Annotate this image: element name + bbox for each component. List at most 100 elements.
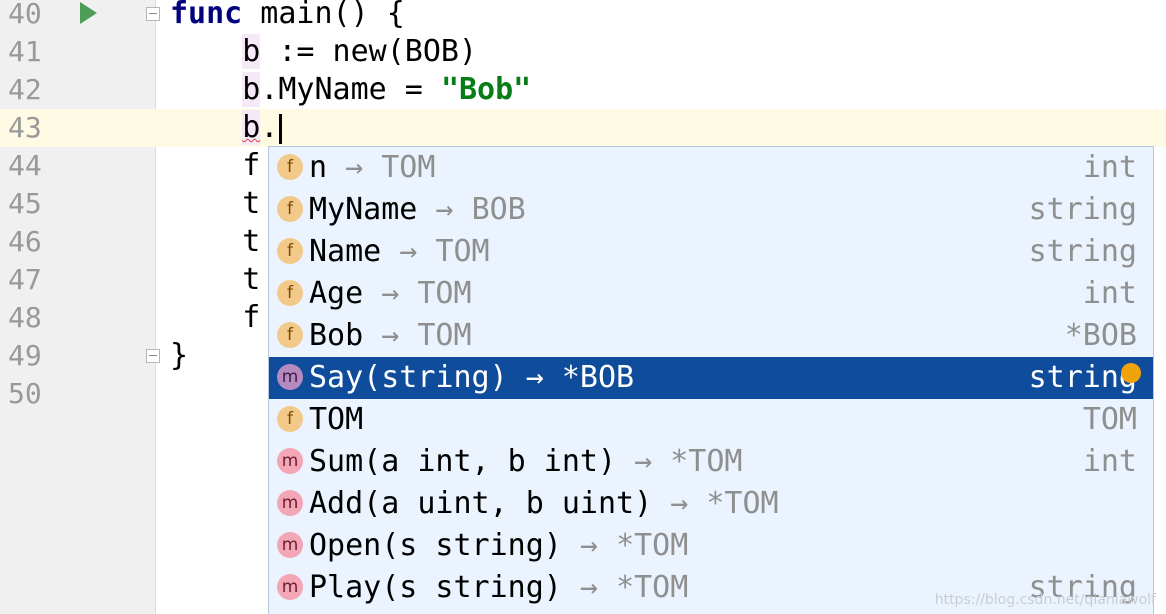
- code-text: t: [170, 185, 260, 223]
- code-token: t: [170, 262, 261, 297]
- completion-item-receiver: BOB: [471, 192, 526, 227]
- code-token: "Bob": [440, 72, 532, 107]
- code-token: f: [170, 148, 261, 183]
- completion-item-label: TOM: [309, 399, 363, 441]
- completion-item-arrow: →: [616, 444, 671, 479]
- completion-item[interactable]: m Say(string) → *BOB string: [269, 357, 1153, 399]
- line-number: 49: [8, 339, 42, 372]
- completion-item-label: Say(string) → *BOB: [309, 357, 634, 399]
- line-number: 45: [8, 187, 42, 220]
- completion-item-label: Sum(a int, b int) → *TOM: [309, 441, 742, 483]
- code-token: b: [242, 72, 261, 107]
- completion-item-arrow: →: [381, 234, 436, 269]
- completion-item[interactable]: f MyName → BOB string: [269, 189, 1153, 231]
- code-token: .MyName =: [260, 72, 441, 107]
- completion-item-label: Add(a uint, b uint) → *TOM: [309, 483, 779, 525]
- completion-item-name: Say(string): [309, 360, 508, 395]
- line-number: 50: [8, 377, 42, 410]
- code-text: b.: [170, 109, 283, 147]
- fold-icon[interactable]: [146, 7, 160, 21]
- line-number: 43: [8, 111, 42, 144]
- completion-item[interactable]: fn → TOM int: [269, 147, 1153, 189]
- completion-item-name: Name: [309, 234, 382, 269]
- completion-item-label: n → TOM: [309, 147, 435, 189]
- field-icon: f: [277, 238, 303, 264]
- code-line[interactable]: 42 b.MyName = "Bob": [0, 71, 1166, 109]
- completion-item-type: int: [1082, 276, 1137, 311]
- completion-item-name: Add(a uint, b uint): [309, 486, 653, 521]
- completion-item-receiver: *TOM: [616, 570, 689, 605]
- completion-item-name: Bob: [309, 318, 364, 353]
- completion-item-label: MyName → BOB: [309, 189, 526, 231]
- completion-item-label: Open(s string) → *TOM: [309, 525, 688, 567]
- completion-item-type: TOM: [1082, 402, 1137, 437]
- code-line[interactable]: 40 func main() {: [0, 0, 1166, 33]
- code-token: }: [170, 338, 189, 373]
- code-line[interactable]: 43 b.: [0, 109, 1166, 147]
- completion-item-name: MyName: [309, 192, 418, 227]
- code-text: t: [170, 223, 260, 261]
- line-number: 44: [8, 149, 42, 182]
- code-text: t: [170, 261, 260, 299]
- completion-item[interactable]: f Age → TOM int: [269, 273, 1153, 315]
- run-icon[interactable]: [80, 2, 97, 24]
- completion-item-arrow: →: [363, 276, 418, 311]
- line-number: 47: [8, 263, 42, 296]
- code-text: func main() {: [170, 0, 405, 33]
- code-token: f: [170, 300, 261, 335]
- completion-item-name: Sum(a int, b int): [309, 444, 617, 479]
- code-token: main() {: [242, 0, 405, 31]
- completion-item[interactable]: m Sum(a int, b int) → *TOM int: [269, 441, 1153, 483]
- code-text: b.MyName = "Bob": [170, 71, 531, 109]
- code-text: f: [170, 299, 260, 337]
- line-number: 48: [8, 301, 42, 334]
- completion-item-receiver: TOM: [381, 150, 436, 185]
- fold-icon[interactable]: [146, 349, 160, 363]
- bulb-icon[interactable]: [1121, 363, 1141, 383]
- watermark: https://blog.csdn.net/qianlawolf: [934, 592, 1156, 608]
- completion-item-receiver: TOM: [435, 234, 490, 269]
- code-text: }: [170, 337, 188, 375]
- method-icon: m: [277, 532, 303, 558]
- completion-item-receiver: *BOB: [561, 360, 635, 395]
- completion-item-arrow: →: [561, 570, 617, 605]
- code-token: .: [260, 110, 279, 145]
- completion-item-label: Age → TOM: [309, 273, 472, 315]
- field-icon: f: [277, 322, 303, 348]
- completion-item-arrow: →: [363, 318, 418, 353]
- completion-item[interactable]: f Bob → TOM *BOB: [269, 315, 1153, 357]
- code-text: b := new(BOB): [170, 33, 477, 71]
- completion-item[interactable]: f Name → TOM string: [269, 231, 1153, 273]
- completion-item-arrow: →: [652, 486, 707, 521]
- field-icon: f: [277, 196, 303, 222]
- completion-item-type: string: [1028, 360, 1137, 395]
- completion-item-receiver: *TOM: [616, 528, 689, 563]
- completion-item[interactable]: f TOM TOM: [269, 399, 1153, 441]
- completion-item-label: Name → TOM: [309, 231, 490, 273]
- completion-item-receiver: *TOM: [706, 486, 779, 521]
- method-icon: m: [277, 574, 303, 600]
- completion-item-name: n: [309, 150, 328, 185]
- code-token: b: [242, 110, 261, 145]
- code-token: t: [170, 186, 261, 221]
- completion-item[interactable]: m Add(a uint, b uint) → *TOM: [269, 483, 1153, 525]
- code-token: b: [242, 34, 261, 69]
- completion-item-arrow: →: [327, 150, 382, 185]
- completion-item-name: Age: [309, 276, 364, 311]
- completion-item-type: string: [1028, 192, 1137, 227]
- code-editor[interactable]: 40 func main() {41 b := new(BOB) 42 b.MyNa…: [0, 0, 1166, 614]
- completion-item-label: Bob → TOM: [309, 315, 472, 357]
- completion-item-type: int: [1082, 444, 1137, 479]
- line-number: 42: [8, 73, 42, 106]
- method-icon: m: [277, 364, 303, 390]
- completion-popup[interactable]: fn → TOM int f MyName → BOB string f Name → TO…: [268, 146, 1154, 614]
- code-line[interactable]: 41 b := new(BOB): [0, 33, 1166, 71]
- completion-item[interactable]: m Open(s string) → *TOM: [269, 525, 1153, 567]
- completion-item-type: *BOB: [1064, 318, 1137, 353]
- line-number: 41: [8, 35, 42, 68]
- code-text: f: [170, 147, 260, 185]
- completion-item-name: TOM: [309, 402, 364, 437]
- completion-item-receiver: *TOM: [670, 444, 743, 479]
